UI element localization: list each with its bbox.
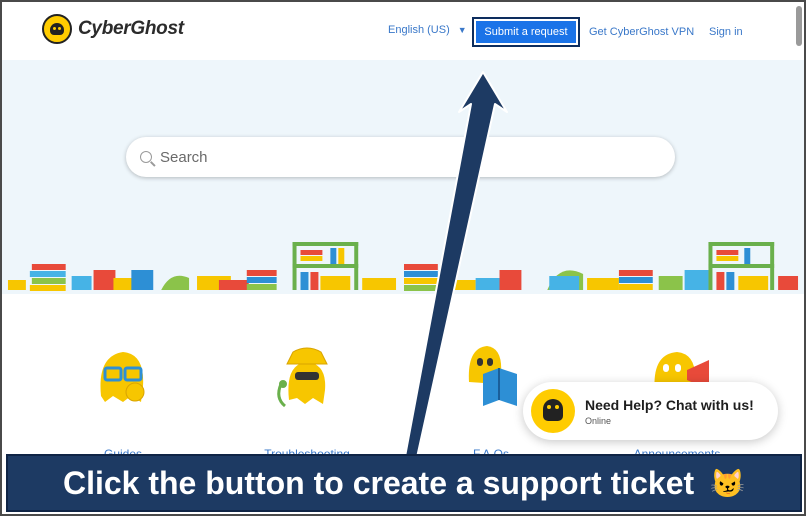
site-header: CyberGhost English (US) ▼ Submit a reque… — [2, 2, 804, 60]
language-label: English (US) — [388, 24, 450, 36]
cyberghost-logo-icon — [42, 14, 72, 44]
scrollbar[interactable] — [796, 6, 802, 46]
sign-in-link[interactable]: Sign in — [709, 26, 743, 38]
chat-title: Need Help? Chat with us! — [585, 396, 754, 413]
chat-widget[interactable]: Need Help? Chat with us! Online — [523, 382, 778, 440]
category-guides[interactable]: Guides — [58, 334, 188, 461]
brand-name: CyberGhost — [78, 18, 184, 39]
search-input[interactable] — [160, 148, 640, 166]
banner-text: Click the button to create a support tic… — [62, 464, 695, 501]
ghost-avatar-icon — [531, 389, 575, 433]
get-vpn-link[interactable]: Get CyberGhost VPN — [589, 26, 694, 38]
chat-status: Online — [585, 415, 612, 426]
browser-frame: CyberGhost English (US) ▼ Submit a reque… — [0, 0, 806, 516]
cat-emoji-icon: 😼 — [710, 467, 746, 499]
chevron-down-icon: ▼ — [457, 25, 467, 35]
ghost-book-icon — [468, 346, 517, 406]
search-bar[interactable] — [126, 137, 675, 177]
hero-section — [2, 60, 804, 294]
books-illustration — [7, 242, 799, 291]
ghost-detective-icon — [277, 347, 328, 408]
ghost-glasses-thumbs-up-icon — [100, 352, 145, 402]
logo[interactable]: CyberGhost — [42, 14, 184, 44]
search-icon — [140, 151, 152, 163]
submit-request-button[interactable]: Submit a request — [472, 17, 580, 47]
submit-request-label: Submit a request — [476, 21, 576, 43]
chat-text: Need Help? Chat with us! Online — [585, 397, 754, 426]
annotation-banner: Click the button to create a support tic… — [6, 454, 802, 512]
language-selector[interactable]: English (US) ▼ — [388, 24, 467, 36]
category-troubleshooting[interactable]: Troubleshooting — [242, 334, 372, 461]
